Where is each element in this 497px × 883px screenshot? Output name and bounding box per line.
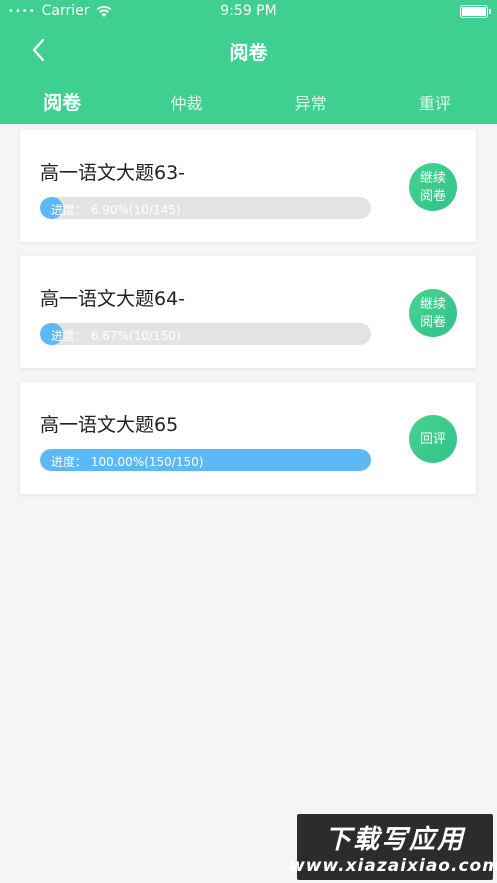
watermark-logo-text: 下载写应用 [324, 824, 465, 855]
nav-bar: 阅卷 [0, 28, 497, 72]
progress-bar: 进度： 6.90%(10/145) [40, 197, 371, 219]
page-title: 阅卷 [229, 42, 268, 64]
task-card: 高一语文大题64- 进度： 6.67%(10/150) 继续阅卷 [20, 256, 476, 368]
continue-review-button[interactable]: 继续阅卷 [409, 163, 457, 211]
tab-rescore[interactable]: 重评 [373, 84, 497, 118]
task-card: 高一语文大题65 进度： 100.00%(150/150) 回评 [20, 382, 476, 494]
battery-icon [460, 5, 491, 18]
header: •••• Carrier 9:59 PM 阅卷 阅卷 仲裁 异常 重评 [0, 0, 497, 124]
status-bar: •••• Carrier 9:59 PM [0, 0, 497, 24]
task-title: 高一语文大题64- [40, 288, 186, 310]
progress-text: 进度： 6.90%(10/145) [51, 203, 181, 217]
tab-arbitration[interactable]: 仲裁 [124, 84, 248, 118]
watermark-url: www.xiazaixiao.com [289, 855, 497, 876]
review-again-button[interactable]: 回评 [409, 415, 457, 463]
tab-review[interactable]: 阅卷 [0, 84, 124, 118]
progress-bar: 进度： 6.67%(10/150) [40, 323, 371, 345]
task-list: 高一语文大题63- 进度： 6.90%(10/145) 继续阅卷 高一语文大题6… [20, 130, 476, 508]
watermark-logo: 下载写应用 www.xiazaixiao.com [289, 814, 497, 880]
continue-review-button[interactable]: 继续阅卷 [409, 289, 457, 337]
task-title: 高一语文大题63- [40, 162, 186, 184]
task-title: 高一语文大题65 [40, 414, 179, 436]
task-card: 高一语文大题63- 进度： 6.90%(10/145) 继续阅卷 [20, 130, 476, 242]
progress-text: 进度： 100.00%(150/150) [51, 455, 204, 469]
status-time: 9:59 PM [220, 3, 277, 19]
progress-bar: 进度： 100.00%(150/150) [40, 449, 371, 471]
tab-bar: 阅卷 仲裁 异常 重评 [0, 84, 497, 118]
tab-exception[interactable]: 异常 [249, 84, 373, 118]
progress-text: 进度： 6.67%(10/150) [51, 329, 181, 343]
